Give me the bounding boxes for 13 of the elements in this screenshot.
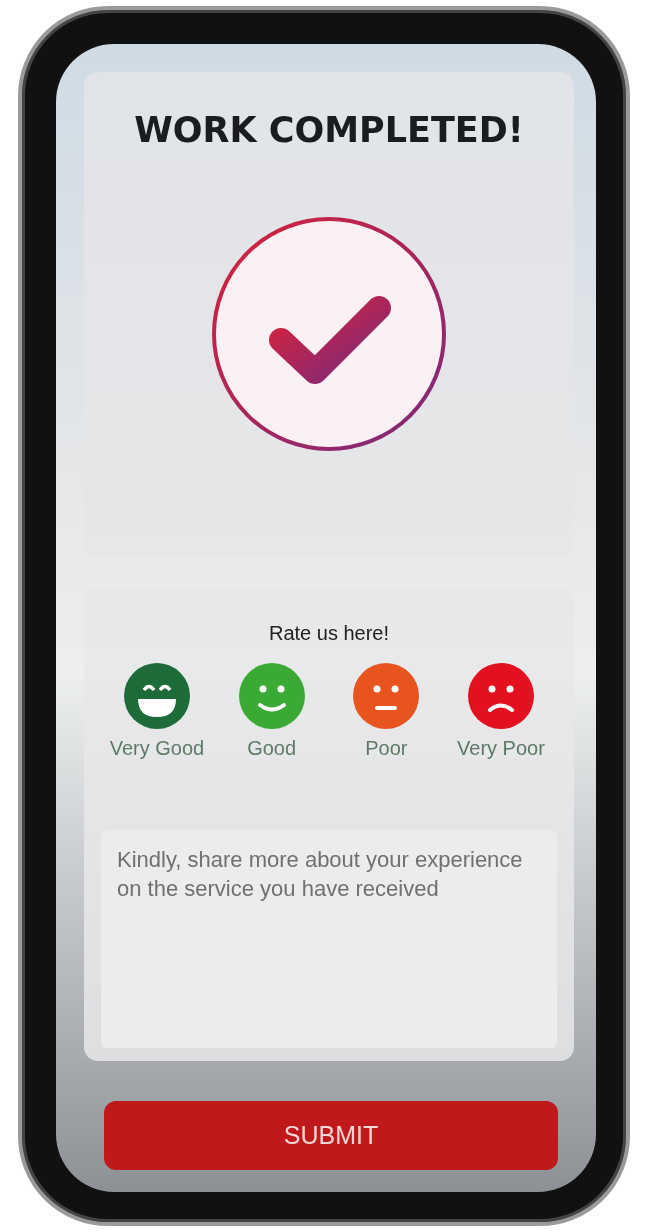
neutral-face-icon[interactable] xyxy=(353,663,420,730)
sad-face-icon[interactable] xyxy=(467,663,534,730)
rating-label: Poor xyxy=(365,737,408,761)
rating-label: Very Good xyxy=(109,737,205,761)
feedback-field[interactable]: Kindly, share more about your experience on the service you have received xyxy=(101,830,557,1049)
laugh-face-icon[interactable] xyxy=(124,663,190,730)
screen-title: WORK COMPLETED! xyxy=(134,110,524,150)
checkmark-circle-icon xyxy=(211,216,447,452)
rating-label: Very Poor xyxy=(457,737,545,761)
rating-label: Good xyxy=(247,737,297,761)
rating-prompt: Rate us here! xyxy=(268,622,390,646)
smile-face-icon[interactable] xyxy=(238,663,305,730)
submit-button[interactable]: SUBMIT xyxy=(104,1101,558,1170)
